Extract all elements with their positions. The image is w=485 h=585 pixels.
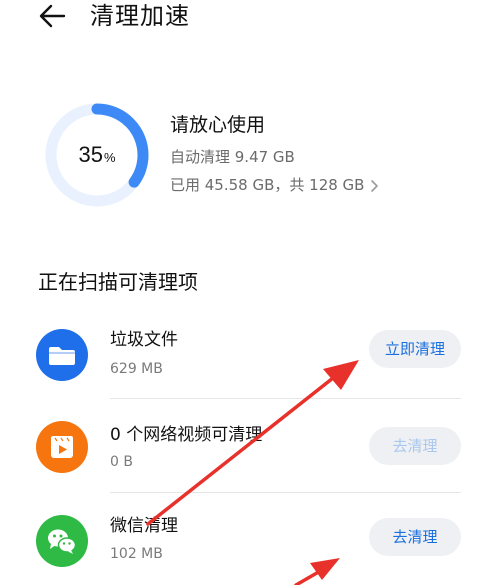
list-item-wechat: 微信清理 102 MB 去清理: [0, 494, 485, 584]
item-name: 垃圾文件: [110, 330, 178, 350]
header-bar: 清理加速: [0, 0, 485, 36]
item-name: 微信清理: [110, 516, 178, 536]
folder-icon: [36, 329, 88, 381]
clean-now-button[interactable]: 立即清理: [369, 330, 461, 368]
storage-usage-text: 已用 45.58 GB，共 128 GB: [170, 176, 365, 194]
back-button[interactable]: [34, 2, 70, 30]
item-size: 102 MB: [110, 546, 163, 562]
go-clean-button-disabled[interactable]: 去清理: [369, 427, 461, 465]
go-clean-button[interactable]: 去清理: [369, 518, 461, 556]
storage-percent-unit: %: [103, 150, 116, 165]
item-size: 0 B: [110, 454, 133, 470]
back-arrow-icon: [39, 4, 66, 28]
auto-clean-text: 自动清理 9.47 GB: [170, 148, 295, 166]
list-item-online-videos: 0 个网络视频可清理 0 B 去清理: [0, 400, 485, 490]
divider: [110, 398, 461, 399]
chevron-right-icon: [371, 179, 379, 192]
page-title: 清理加速: [90, 2, 190, 30]
wechat-icon: [36, 515, 88, 567]
storage-usage-link[interactable]: 已用 45.58 GB，共 128 GB: [170, 175, 379, 195]
storage-percent-value: 35: [78, 142, 103, 167]
status-title: 请放心使用: [170, 114, 266, 136]
divider: [110, 492, 461, 493]
storage-ring: 35%: [44, 102, 150, 208]
video-icon: [36, 421, 88, 473]
item-size: 629 MB: [110, 361, 163, 377]
list-item-junk-files: 垃圾文件 629 MB 立即清理: [0, 308, 485, 398]
storage-percent: 35%: [44, 102, 150, 208]
section-title: 正在扫描可清理项: [38, 270, 198, 294]
item-name: 0 个网络视频可清理: [110, 425, 263, 445]
